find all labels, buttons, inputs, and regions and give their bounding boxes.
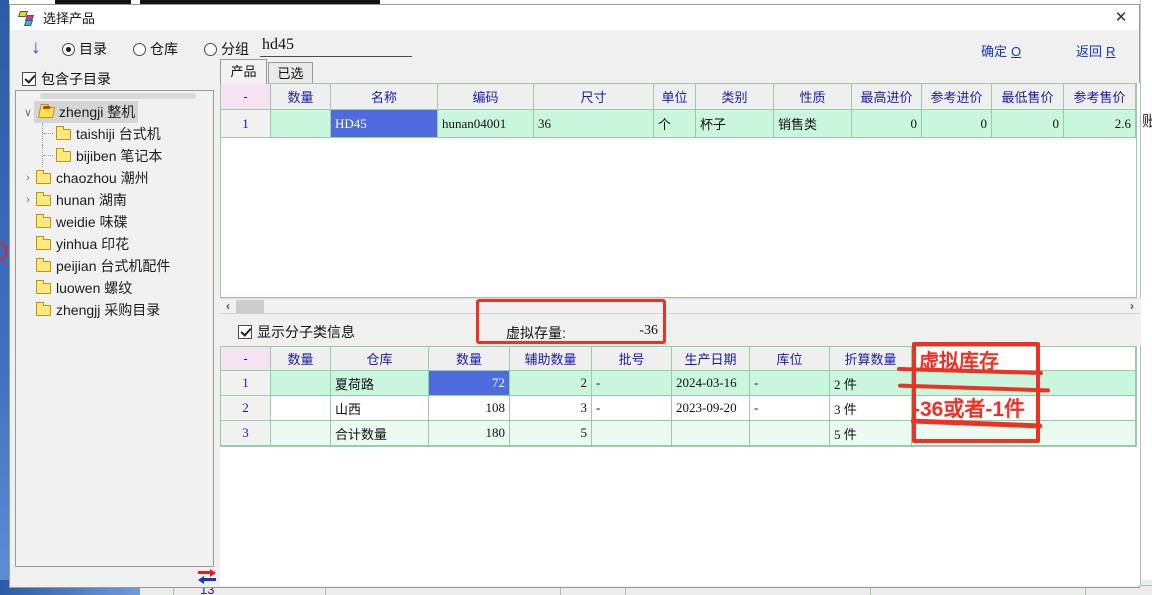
folder-icon <box>56 151 71 162</box>
tree-item-peijian[interactable]: peijian 台式机配件 <box>16 255 213 277</box>
radio-dot <box>204 43 217 56</box>
right-pane: - 数量 名称 编码 尺寸 单位 类别 性质 最高进价 参考进价 最低售价 参考… <box>220 83 1141 586</box>
scroll-right-icon[interactable]: › <box>1124 299 1140 314</box>
folder-icon <box>36 283 51 294</box>
checkbox-icon <box>238 325 252 339</box>
folder-icon <box>36 305 51 316</box>
chevron-right-icon[interactable]: › <box>22 194 34 206</box>
radio-group[interactable]: 分组 <box>204 39 249 59</box>
chevron-down-icon[interactable]: ∨ <box>22 106 34 119</box>
tree-list: ∨ zhengji 整机 taishiji 台式机 bijiben 笔记本 › … <box>16 101 213 321</box>
confirm-button[interactable]: 确定O <box>981 41 1021 60</box>
tree-scrollbar[interactable] <box>40 93 196 99</box>
tree-item-zhengjj[interactable]: zhengjj 采购目录 <box>16 299 213 321</box>
folder-icon <box>36 261 51 272</box>
select-product-dialog: 选择产品 ✕ ↓ 目录 仓库 分组 确定O 返回R 包含子目录 ∨ <box>9 4 1140 588</box>
title-bar: 选择产品 ✕ <box>10 5 1139 30</box>
horizontal-scrollbar[interactable]: ‹ › <box>220 298 1141 314</box>
folder-icon <box>56 129 71 140</box>
annotation-box-virtual-stock <box>476 299 666 344</box>
folder-icon <box>36 239 51 250</box>
tree-item-chaozhou[interactable]: › chaozhou 潮州 <box>16 167 213 189</box>
search-input[interactable] <box>260 33 412 57</box>
radio-dot <box>62 43 75 56</box>
mode-radio-group: 目录 仓库 分组 <box>62 39 249 59</box>
background-window-left <box>0 0 9 595</box>
background-partial-text: 账 <box>1142 110 1152 131</box>
tree-item-zhengji[interactable]: ∨ zhengji 整机 <box>16 101 213 123</box>
scrollbar-thumb[interactable] <box>236 300 264 313</box>
product-table-header: - 数量 名称 编码 尺寸 单位 类别 性质 最高进价 参考进价 最低售价 参考… <box>221 84 1136 110</box>
tree-item-weidie[interactable]: weidie 味碟 <box>16 211 213 233</box>
folder-icon <box>36 173 51 184</box>
show-subclass-checkbox[interactable]: 显示分子类信息 <box>238 322 355 342</box>
return-button[interactable]: 返回R <box>1076 41 1115 60</box>
product-table-row[interactable]: 1 HD45 hunan04001 36 个 杯子 销售类 0 0 0 2.6 <box>221 110 1136 138</box>
tree-item-yinhua[interactable]: yinhua 印花 <box>16 233 213 255</box>
tree-item-taishiji[interactable]: taishiji 台式机 <box>16 123 213 145</box>
down-arrow-icon[interactable]: ↓ <box>31 37 41 59</box>
radio-warehouse[interactable]: 仓库 <box>133 39 178 59</box>
chevron-right-icon[interactable]: › <box>22 172 34 184</box>
tree-bottom-strip <box>15 567 214 587</box>
tab-product[interactable]: 产品 <box>220 59 267 84</box>
open-folder-icon <box>38 107 55 118</box>
close-icon[interactable]: ✕ <box>1111 8 1131 28</box>
radio-dot <box>133 43 146 56</box>
folder-icon <box>36 195 51 206</box>
dialog-title: 选择产品 <box>43 8 95 27</box>
tab-selected[interactable]: 已选 <box>268 62 313 84</box>
app-icon <box>18 10 36 26</box>
tree-item-bijiben[interactable]: bijiben 笔记本 <box>16 145 213 167</box>
swap-icon[interactable] <box>198 569 216 583</box>
tree-item-luowen[interactable]: luowen 螺纹 <box>16 277 213 299</box>
include-subdir-checkbox[interactable]: 包含子目录 <box>22 69 111 89</box>
checkbox-icon <box>22 72 36 86</box>
radio-catalog[interactable]: 目录 <box>62 39 107 59</box>
folder-icon <box>36 217 51 228</box>
product-table: - 数量 名称 编码 尺寸 单位 类别 性质 最高进价 参考进价 最低售价 参考… <box>220 83 1137 298</box>
selected-cell[interactable]: HD45 <box>331 110 438 138</box>
scroll-left-icon[interactable]: ‹ <box>220 299 236 314</box>
selected-cell[interactable]: 72 <box>429 371 510 396</box>
catalog-tree-panel: ∨ zhengji 整机 taishiji 台式机 bijiben 笔记本 › … <box>15 90 214 567</box>
background-window-right: 账 <box>1140 0 1152 595</box>
tree-item-hunan[interactable]: › hunan 湖南 <box>16 189 213 211</box>
